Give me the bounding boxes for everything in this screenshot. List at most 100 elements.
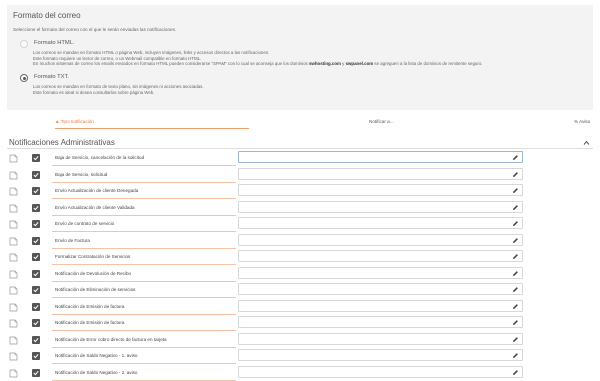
notify-to-field[interactable] bbox=[238, 250, 523, 262]
check-icon bbox=[33, 188, 39, 194]
pencil-icon[interactable] bbox=[512, 319, 519, 326]
row-divider bbox=[52, 330, 236, 331]
notification-checkbox[interactable] bbox=[32, 253, 40, 261]
notify-to-field[interactable] bbox=[238, 316, 523, 328]
row-divider bbox=[52, 313, 236, 315]
notification-label: Baja de Servicio, cancelación de la soli… bbox=[55, 155, 145, 160]
notify-to-field[interactable] bbox=[238, 200, 523, 213]
notification-checkbox[interactable] bbox=[32, 352, 40, 360]
notification-label: Notificación de Saldo Negativo - 1. avis… bbox=[55, 353, 138, 358]
notify-to-field[interactable] bbox=[238, 167, 523, 180]
notify-to-field[interactable] bbox=[238, 299, 523, 312]
tab-notificar-a[interactable]: Notificar a... bbox=[369, 119, 394, 124]
notification-checkbox[interactable] bbox=[32, 286, 40, 294]
notification-checkbox[interactable] bbox=[32, 187, 40, 195]
document-icon[interactable] bbox=[9, 204, 18, 213]
notification-checkbox[interactable] bbox=[32, 220, 40, 228]
pencil-icon[interactable] bbox=[512, 352, 519, 359]
table-row: Envío Actualización de cliente Validada bbox=[0, 200, 600, 217]
table-row: Notificación de Error cobro directo de f… bbox=[0, 332, 600, 349]
pencil-icon[interactable] bbox=[512, 204, 519, 211]
html-format-label[interactable]: Formato HTML. bbox=[34, 40, 75, 46]
table-row: Envío de Factura bbox=[0, 233, 600, 250]
tab-tipo-notificacion[interactable]: ▲ Tipo notificación bbox=[55, 119, 94, 124]
pencil-icon[interactable] bbox=[512, 253, 519, 260]
pencil-icon[interactable] bbox=[512, 270, 519, 277]
format-panel-subtitle: Seleccione el formato del correo con el … bbox=[13, 27, 177, 32]
table-row: Notificación de Saldo Negativo - 2. avis… bbox=[0, 365, 600, 381]
notification-checkbox[interactable] bbox=[32, 236, 40, 245]
document-icon[interactable] bbox=[9, 154, 18, 163]
notification-checkbox[interactable] bbox=[32, 170, 40, 179]
document-icon[interactable] bbox=[9, 352, 18, 361]
document-icon[interactable] bbox=[9, 253, 18, 262]
table-row: Notificación de Saldo Negativo - 1. avis… bbox=[0, 349, 600, 365]
pencil-icon[interactable] bbox=[512, 303, 519, 310]
notify-to-field[interactable] bbox=[238, 332, 523, 345]
txt-format-desc-2: Este formato es ideal si desea consultar… bbox=[33, 89, 155, 95]
notify-to-field[interactable] bbox=[238, 365, 523, 378]
notify-to-field[interactable] bbox=[238, 283, 523, 295]
notification-label: Notificación de Emisión de factura bbox=[55, 320, 125, 325]
pencil-icon[interactable] bbox=[512, 369, 519, 376]
document-icon[interactable] bbox=[9, 369, 18, 378]
notification-label: Envío Actualización de cliente Denegada bbox=[55, 188, 139, 193]
html-format-desc-3: En muchos sistemas de correo los emails … bbox=[33, 61, 483, 66]
check-icon bbox=[33, 353, 39, 359]
pencil-icon[interactable] bbox=[512, 171, 519, 178]
document-icon[interactable] bbox=[9, 171, 18, 180]
document-icon[interactable] bbox=[9, 237, 18, 246]
pencil-icon[interactable] bbox=[512, 154, 519, 161]
pencil-icon[interactable] bbox=[512, 237, 519, 244]
column-header-bar: ▲ Tipo notificación Notificar a... % Avi… bbox=[7, 116, 593, 130]
document-icon[interactable] bbox=[9, 336, 18, 345]
check-icon bbox=[33, 287, 39, 293]
tab-aviso[interactable]: % Aviso bbox=[574, 119, 590, 124]
row-divider bbox=[52, 346, 236, 348]
row-divider bbox=[52, 165, 236, 166]
txt-format-label[interactable]: Formato TXT. bbox=[34, 74, 69, 80]
document-icon[interactable] bbox=[9, 303, 18, 312]
notification-checkbox[interactable] bbox=[32, 203, 40, 212]
email-format-panel: Formato del correo Seleccione el formato… bbox=[7, 5, 593, 110]
document-icon[interactable] bbox=[9, 187, 18, 196]
pencil-icon[interactable] bbox=[512, 336, 519, 343]
notification-label: Notificación de Emisión de factura bbox=[55, 303, 125, 309]
notification-checkbox[interactable] bbox=[32, 302, 40, 311]
notify-to-field[interactable] bbox=[238, 151, 523, 163]
admin-notifications-title: Notificaciones Administrativas bbox=[9, 138, 115, 147]
pencil-icon[interactable] bbox=[512, 286, 519, 293]
table-row: Baja de Servicio, cancelación de la soli… bbox=[0, 151, 600, 167]
html-format-radio[interactable] bbox=[20, 40, 28, 48]
document-icon[interactable] bbox=[9, 286, 18, 295]
check-icon bbox=[33, 172, 39, 177]
txt-format-radio[interactable] bbox=[20, 74, 28, 82]
notification-checkbox[interactable] bbox=[32, 335, 40, 344]
pencil-icon[interactable] bbox=[512, 220, 519, 227]
format-panel-title: Formato del correo bbox=[13, 11, 81, 20]
notification-checkbox[interactable] bbox=[32, 368, 40, 377]
notify-to-field[interactable] bbox=[238, 184, 523, 196]
notification-checkbox[interactable] bbox=[32, 319, 40, 327]
table-row: Notificación de Devolución de Recibo bbox=[0, 266, 600, 283]
document-icon[interactable] bbox=[9, 220, 18, 229]
notify-to-field[interactable] bbox=[238, 349, 523, 361]
document-icon[interactable] bbox=[9, 319, 18, 328]
notification-checkbox[interactable] bbox=[32, 269, 40, 278]
chevron-up-icon[interactable] bbox=[583, 140, 590, 146]
pencil-icon[interactable] bbox=[512, 187, 519, 194]
check-icon bbox=[33, 205, 39, 210]
notify-to-field[interactable] bbox=[238, 217, 523, 229]
row-divider bbox=[52, 280, 236, 282]
table-row: Notificación de Emisión de factura bbox=[0, 316, 600, 332]
notify-to-field[interactable] bbox=[238, 233, 523, 246]
row-divider bbox=[52, 181, 236, 183]
document-icon[interactable] bbox=[9, 270, 18, 279]
notification-checkbox[interactable] bbox=[32, 154, 40, 162]
notification-label: Envío de Factura bbox=[55, 237, 90, 243]
section-divider bbox=[7, 148, 593, 149]
check-icon bbox=[33, 320, 39, 326]
notification-label: Envío de contrato de servicio bbox=[55, 221, 115, 226]
notify-to-field[interactable] bbox=[238, 266, 523, 279]
table-row: Baja de Servicio, solicitud bbox=[0, 167, 600, 184]
